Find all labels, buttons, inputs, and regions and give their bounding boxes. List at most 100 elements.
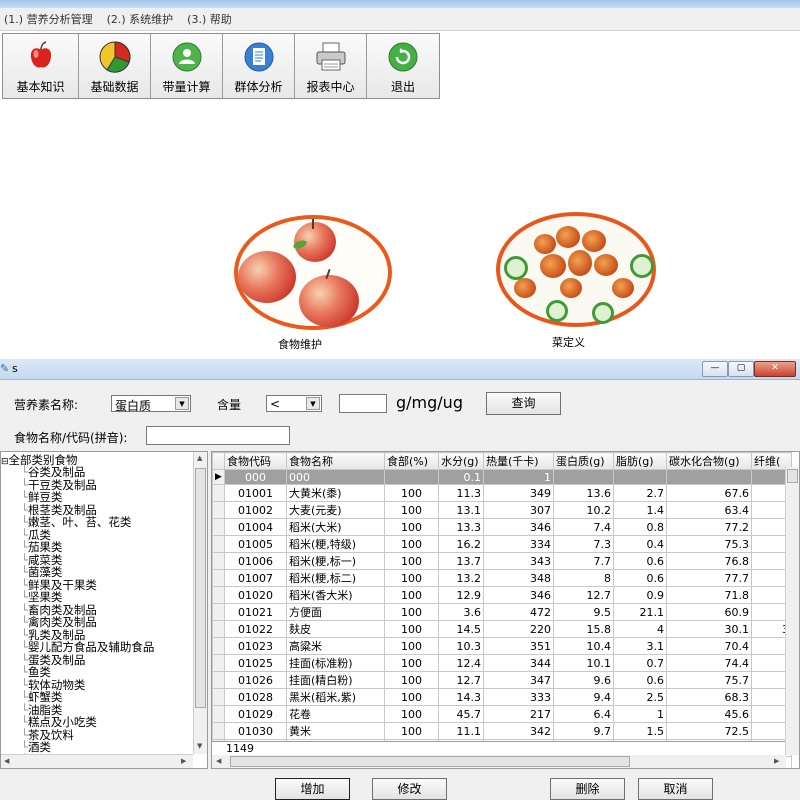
- table-cell[interactable]: 344: [483, 654, 554, 672]
- table-cell[interactable]: 0.9: [613, 586, 667, 604]
- table-cell[interactable]: 1: [613, 705, 667, 723]
- amount-input[interactable]: [339, 394, 387, 413]
- row-indicator[interactable]: [212, 671, 225, 689]
- row-indicator[interactable]: [212, 637, 225, 655]
- table-cell[interactable]: 347: [483, 671, 554, 689]
- table-row[interactable]: 01005 稻米(粳,特级) 100 16.2 334 7.3 0.4 75.3: [212, 535, 792, 553]
- table-cell[interactable]: 000: [224, 469, 287, 485]
- table-cell[interactable]: 挂面(精白粉): [286, 671, 385, 689]
- table-cell[interactable]: 01001: [224, 484, 287, 502]
- grid-column-header[interactable]: 水分(g): [438, 452, 484, 470]
- tree-node[interactable]: └酒类: [21, 741, 51, 753]
- row-indicator[interactable]: [212, 586, 225, 604]
- table-cell[interactable]: 麸皮: [286, 620, 385, 638]
- maximize-button[interactable]: ▢: [728, 361, 754, 377]
- table-row[interactable]: 01028 黑米(稻米,紫) 100 14.3 333 9.4 2.5 68.3: [212, 688, 792, 706]
- operator-select[interactable]: < ▼: [266, 395, 322, 412]
- table-cell[interactable]: 100: [384, 552, 439, 570]
- table-cell[interactable]: 76.8: [666, 552, 752, 570]
- table-row[interactable]: 01002 大麦(元麦) 100 13.1 307 10.2 1.4 63.4: [212, 501, 792, 519]
- table-cell[interactable]: 346: [483, 586, 554, 604]
- table-cell[interactable]: 14.3: [438, 688, 484, 706]
- table-cell[interactable]: 8: [553, 569, 614, 587]
- row-indicator[interactable]: [212, 569, 225, 587]
- add-button[interactable]: 增加: [275, 778, 350, 800]
- grid-column-header[interactable]: 食物名称: [286, 452, 385, 470]
- table-cell[interactable]: 334: [483, 535, 554, 553]
- basic-knowledge-button[interactable]: 基本知识: [3, 34, 79, 98]
- table-cell[interactable]: 01020: [224, 586, 287, 604]
- table-cell[interactable]: 71.8: [666, 586, 752, 604]
- table-cell[interactable]: 稻米(粳,标二): [286, 569, 385, 587]
- table-cell[interactable]: 01030: [224, 722, 287, 740]
- menu-nutrition-analysis[interactable]: (1.) 营养分析管理: [4, 11, 93, 27]
- table-cell[interactable]: 74.4: [666, 654, 752, 672]
- table-cell[interactable]: 333: [483, 688, 554, 706]
- table-cell[interactable]: 351: [483, 637, 554, 655]
- table-cell[interactable]: 黑米(稻米,紫): [286, 688, 385, 706]
- grid-column-header[interactable]: 食部(%): [384, 452, 439, 470]
- delete-button[interactable]: 删除: [550, 778, 625, 800]
- dish-definition-image[interactable]: [496, 212, 656, 327]
- table-cell[interactable]: 01029: [224, 705, 287, 723]
- table-cell[interactable]: 方便面: [286, 603, 385, 621]
- table-cell[interactable]: 0.6: [613, 671, 667, 689]
- table-cell[interactable]: 68.3: [666, 688, 752, 706]
- table-cell[interactable]: 16.2: [438, 535, 484, 553]
- table-cell[interactable]: 348: [483, 569, 554, 587]
- table-row[interactable]: 01007 稻米(粳,标二) 100 13.2 348 8 0.6 77.7: [212, 569, 792, 587]
- tree-node[interactable]: └畜肉类及制品: [21, 604, 97, 616]
- table-cell[interactable]: 01025: [224, 654, 287, 672]
- food-maintenance-image[interactable]: [234, 215, 392, 330]
- table-cell[interactable]: 2.7: [613, 484, 667, 502]
- tree-node[interactable]: └婴儿配方食品及辅助食品: [21, 641, 154, 653]
- table-cell[interactable]: 75.7: [666, 671, 752, 689]
- table-cell[interactable]: 01005: [224, 535, 287, 553]
- scroll-right-arrow-icon[interactable]: ▶: [774, 757, 779, 765]
- table-cell[interactable]: 7.4: [553, 518, 614, 536]
- grid-column-header[interactable]: 食物代码: [224, 452, 287, 470]
- tree-node[interactable]: └茶及饮料: [21, 729, 74, 741]
- grid-horizontal-scrollbar[interactable]: ◀ ▶: [212, 755, 786, 768]
- table-cell[interactable]: 01026: [224, 671, 287, 689]
- scroll-left-arrow-icon[interactable]: ◀: [216, 757, 221, 765]
- grid-column-header[interactable]: 蛋白质(g): [553, 452, 614, 470]
- table-cell[interactable]: 14.5: [438, 620, 484, 638]
- table-cell[interactable]: 307: [483, 501, 554, 519]
- table-cell[interactable]: 100: [384, 586, 439, 604]
- table-row[interactable]: 01004 稻米(大米) 100 13.3 346 7.4 0.8 77.2: [212, 518, 792, 536]
- table-cell[interactable]: 01023: [224, 637, 287, 655]
- row-indicator[interactable]: [212, 705, 225, 723]
- row-indicator[interactable]: [212, 722, 225, 740]
- tree-scroll-thumb[interactable]: [195, 468, 206, 708]
- table-cell[interactable]: 稻米(香大米): [286, 586, 385, 604]
- table-cell[interactable]: 0.4: [613, 535, 667, 553]
- table-cell[interactable]: 349: [483, 484, 554, 502]
- table-cell[interactable]: [384, 469, 439, 485]
- table-cell[interactable]: 7.7: [553, 552, 614, 570]
- tree-node[interactable]: └禽肉类及制品: [21, 616, 97, 628]
- close-button[interactable]: ✕: [754, 361, 796, 377]
- table-cell[interactable]: 100: [384, 705, 439, 723]
- report-center-button[interactable]: 报表中心: [295, 34, 367, 98]
- table-cell[interactable]: 01022: [224, 620, 287, 638]
- table-cell[interactable]: 大黄米(黍): [286, 484, 385, 502]
- table-row[interactable]: 01023 高粱米 100 10.3 351 10.4 3.1 70.4: [212, 637, 792, 655]
- food-maintenance-caption[interactable]: 食物维护: [278, 336, 322, 352]
- row-indicator[interactable]: [212, 552, 225, 570]
- table-cell[interactable]: 10.2: [553, 501, 614, 519]
- table-cell[interactable]: 75.3: [666, 535, 752, 553]
- table-cell[interactable]: 11.1: [438, 722, 484, 740]
- table-row[interactable]: 01006 稻米(粳,标一) 100 13.7 343 7.7 0.6 76.8: [212, 552, 792, 570]
- table-cell[interactable]: 7.3: [553, 535, 614, 553]
- table-cell[interactable]: 稻米(粳,标一): [286, 552, 385, 570]
- table-row[interactable]: 01026 挂面(精白粉) 100 12.7 347 9.6 0.6 75.7: [212, 671, 792, 689]
- table-cell[interactable]: 12.4: [438, 654, 484, 672]
- tree-node[interactable]: └根茎类及制品: [21, 504, 97, 516]
- scroll-right-arrow-icon[interactable]: ▶: [181, 757, 186, 765]
- grid-column-header[interactable]: 碳水化合物(g): [666, 452, 752, 470]
- tree-node[interactable]: └虾蟹类: [21, 691, 62, 703]
- grid-scroll-thumb[interactable]: [787, 469, 798, 483]
- table-cell[interactable]: 13.2: [438, 569, 484, 587]
- quantity-calc-button[interactable]: 带量计算: [151, 34, 223, 98]
